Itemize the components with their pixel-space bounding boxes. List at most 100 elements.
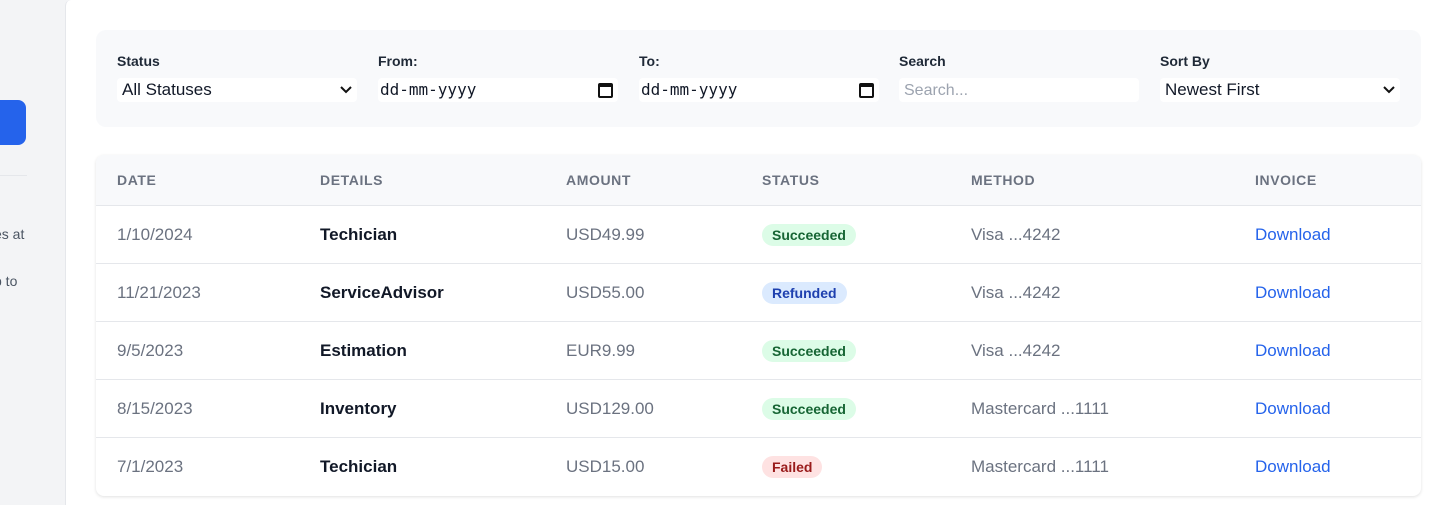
details-cell: Inventory: [320, 380, 397, 438]
search-filter: Search Search...: [899, 52, 1139, 102]
method-cell: Visa ...4242: [971, 264, 1060, 322]
chevron-down-icon: [340, 78, 352, 102]
amount-cell: EUR9.99: [566, 322, 635, 380]
sort-label: Sort By: [1160, 53, 1210, 69]
from-date-label: From:: [378, 53, 418, 69]
amount-cell-text: USD49.99: [566, 225, 645, 244]
details-cell-text: Inventory: [320, 399, 397, 418]
status-cell: Failed: [762, 438, 823, 496]
amount-cell-text: USD55.00: [566, 283, 645, 302]
download-invoice-link[interactable]: Download: [1255, 341, 1331, 361]
date-cell: 8/15/2023: [117, 380, 193, 438]
from-date-placeholder: dd-mm-yyyy: [380, 80, 477, 99]
date-cell: 9/5/2023: [117, 322, 183, 380]
date-cell-text: 9/5/2023: [117, 341, 184, 360]
status-badge: Refunded: [762, 282, 847, 304]
chevron-down-icon: [1383, 78, 1395, 102]
sort-select[interactable]: Newest First: [1160, 78, 1400, 102]
sidebar: es at p to: [0, 0, 64, 505]
sidebar-text: es at: [0, 226, 25, 242]
details-cell: Techician: [320, 438, 397, 496]
details-cell-text: Techician: [320, 225, 398, 244]
status-badge: Failed: [762, 456, 823, 478]
sidebar-divider: [0, 175, 27, 176]
date-cell: 1/10/2024: [117, 206, 193, 264]
table-row: 1/10/2024 Techician USD49.99 Succeeded Visa …: [96, 206, 1421, 264]
date-cell-text: 11/21/2023: [117, 283, 201, 302]
status-filter: Status All Statuses: [117, 52, 357, 102]
status-select-value: All Statuses: [122, 80, 212, 99]
table-row: 9/5/2023 Estimation EUR9.99 Succeeded Visa .…: [96, 322, 1421, 380]
main-content: Status All Statuses From: dd-mm-yyyy To:…: [65, 0, 1434, 505]
from-date-input[interactable]: dd-mm-yyyy: [378, 78, 618, 102]
amount-cell: USD15.00: [566, 438, 644, 496]
invoice-cell: Download: [1255, 438, 1331, 496]
to-date-filter: To: dd-mm-yyyy: [639, 52, 879, 102]
method-cell-text: Visa ...4242: [971, 341, 1061, 360]
details-cell: Estimation: [320, 322, 407, 380]
download-invoice-link[interactable]: Download: [1255, 399, 1331, 419]
status-select[interactable]: All Statuses: [117, 78, 357, 102]
download-invoice-link[interactable]: Download: [1255, 225, 1331, 245]
method-cell: Mastercard ...1111: [971, 380, 1109, 438]
details-cell-text: Estimation: [320, 341, 407, 360]
sort-select-value: Newest First: [1165, 80, 1260, 99]
header-status: STATUS: [762, 172, 820, 188]
invoice-cell: Download: [1255, 264, 1331, 322]
details-cell-text: Techician: [320, 457, 398, 476]
search-label: Search: [899, 53, 946, 69]
to-date-label: To:: [639, 53, 660, 69]
amount-cell-text: USD129.00: [566, 399, 654, 418]
method-cell-text: Mastercard ...1111: [971, 399, 1109, 418]
amount-cell: USD49.99: [566, 206, 644, 264]
date-cell: 7/1/2023: [117, 438, 183, 496]
details-cell-text: ServiceAdvisor: [320, 283, 444, 302]
header-details: DETAILS: [320, 172, 384, 188]
to-date-placeholder: dd-mm-yyyy: [641, 80, 738, 99]
invoice-cell: Download: [1255, 322, 1331, 380]
method-cell-text: Mastercard ...1111: [971, 457, 1109, 476]
status-badge: Succeeded: [762, 340, 856, 362]
search-input[interactable]: Search...: [899, 78, 1139, 102]
calendar-icon[interactable]: [859, 78, 874, 102]
date-cell-text: 8/15/2023: [117, 399, 193, 418]
download-invoice-link[interactable]: Download: [1255, 457, 1331, 477]
header-invoice: INVOICE: [1255, 172, 1317, 188]
to-date-input[interactable]: dd-mm-yyyy: [639, 78, 879, 102]
invoice-cell: Download: [1255, 206, 1331, 264]
table-row: 8/15/2023 Inventory USD129.00 Succeeded Mast…: [96, 380, 1421, 438]
status-filter-label: Status: [117, 53, 160, 69]
invoice-cell: Download: [1255, 380, 1331, 438]
date-cell: 11/21/2023: [117, 264, 201, 322]
method-cell-text: Visa ...4242: [971, 283, 1061, 302]
sidebar-primary-button[interactable]: [0, 100, 26, 145]
calendar-icon[interactable]: [598, 78, 613, 102]
date-cell-text: 1/10/2024: [117, 225, 193, 244]
search-placeholder: Search...: [904, 82, 969, 99]
status-badge: Succeeded: [762, 224, 856, 246]
method-cell-text: Visa ...4242: [971, 225, 1061, 244]
table-row: 7/1/2023 Techician USD15.00 Failed Mastercar…: [96, 438, 1421, 496]
status-cell: Succeeded: [762, 322, 856, 380]
amount-cell: USD129.00: [566, 380, 654, 438]
method-cell: Visa ...4242: [971, 206, 1060, 264]
transactions-table: DATE DETAILS AMOUNT STATUS METHOD INVOIC…: [96, 155, 1421, 496]
status-cell: Refunded: [762, 264, 847, 322]
status-cell: Succeeded: [762, 206, 856, 264]
date-cell-text: 7/1/2023: [117, 457, 184, 476]
table-header: DATE DETAILS AMOUNT STATUS METHOD INVOIC…: [96, 155, 1421, 206]
filter-panel: Status All Statuses From: dd-mm-yyyy To:…: [96, 30, 1421, 127]
amount-cell: USD55.00: [566, 264, 644, 322]
from-date-filter: From: dd-mm-yyyy: [378, 52, 618, 102]
status-cell: Succeeded: [762, 380, 856, 438]
method-cell: Visa ...4242: [971, 322, 1060, 380]
sidebar-text: p to: [0, 273, 18, 289]
details-cell: Techician: [320, 206, 397, 264]
status-badge: Succeeded: [762, 398, 856, 420]
header-method: METHOD: [971, 172, 1036, 188]
header-date: DATE: [117, 172, 157, 188]
header-amount: AMOUNT: [566, 172, 632, 188]
table-row: 11/21/2023 ServiceAdvisor USD55.00 Refunded…: [96, 264, 1421, 322]
download-invoice-link[interactable]: Download: [1255, 283, 1331, 303]
amount-cell-text: USD15.00: [566, 457, 645, 476]
